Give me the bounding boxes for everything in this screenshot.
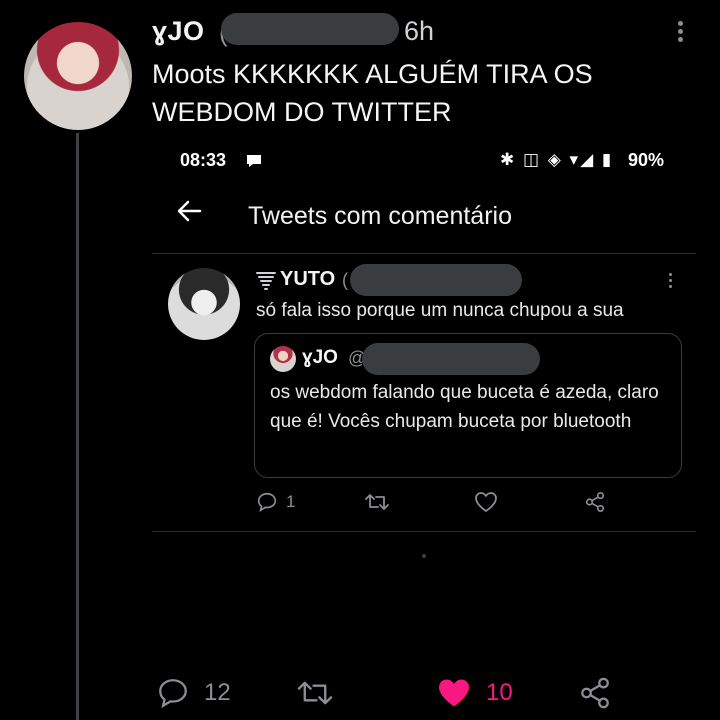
more-options-icon[interactable]: [668, 18, 692, 48]
comment-icon: [256, 491, 278, 513]
reply-author-avatar[interactable]: [168, 268, 240, 340]
like-button[interactable]: 10: [436, 676, 513, 710]
reply-reply-button[interactable]: 1: [256, 491, 295, 513]
retweet-icon: [364, 491, 390, 513]
author-name[interactable]: ɣJO: [152, 16, 205, 47]
back-arrow-icon[interactable]: [176, 200, 202, 222]
reply-like-button[interactable]: [474, 491, 498, 513]
share-icon: [584, 491, 606, 513]
retweet-icon: [296, 676, 334, 710]
status-bar-icons: ✱ ◫ ◈ ▾◢ ▮: [500, 150, 614, 169]
loading-dot: [422, 554, 426, 558]
thread-line: [76, 133, 79, 720]
tweet-text: Moots KKKKKKK ALGUÉM TIRA OS WEBDOM DO T…: [152, 59, 593, 127]
heart-filled-icon: [436, 676, 472, 710]
reply-share-button[interactable]: [584, 491, 606, 513]
reply-action-bar: 1: [256, 491, 616, 519]
chat-bubble-icon: [245, 153, 263, 169]
handle-redaction: [221, 13, 399, 45]
reply-author-handle[interactable]: (: [342, 270, 348, 291]
share-icon: [578, 676, 612, 710]
reply-retweet-button[interactable]: [364, 491, 390, 513]
reply-handle-redaction: [350, 264, 522, 296]
quoted-author-avatar: [270, 346, 296, 372]
like-count: 10: [486, 679, 513, 706]
quoted-author-name: ɣJO: [302, 347, 338, 368]
quoted-handle-redaction: [362, 343, 540, 375]
reply-more-options-icon[interactable]: [660, 270, 680, 294]
reply-count: 12: [204, 679, 231, 706]
reply-text: só fala isso porque um nunca chupou a su…: [256, 300, 624, 321]
quoted-tweet-text: os webdom falando que buceta é azeda, cl…: [270, 382, 659, 432]
retweet-button[interactable]: [296, 676, 334, 710]
status-bar-time: 08:33: [180, 150, 227, 170]
heart-outline-icon: [474, 491, 498, 513]
tweet-timestamp[interactable]: 6h: [404, 16, 434, 47]
author-avatar[interactable]: [24, 22, 132, 130]
comment-icon: [156, 676, 190, 710]
tornado-emoji-icon: [256, 270, 276, 292]
reply-reply-count: 1: [286, 492, 296, 511]
page-title: Tweets com comentário: [248, 202, 512, 230]
reply-author-name[interactable]: YUTO: [280, 268, 335, 291]
share-button[interactable]: [578, 676, 612, 710]
header-divider: [152, 253, 696, 254]
reply-divider: [152, 531, 696, 532]
battery-percentage: 90%: [628, 150, 665, 170]
reply-button[interactable]: 12: [156, 676, 231, 710]
